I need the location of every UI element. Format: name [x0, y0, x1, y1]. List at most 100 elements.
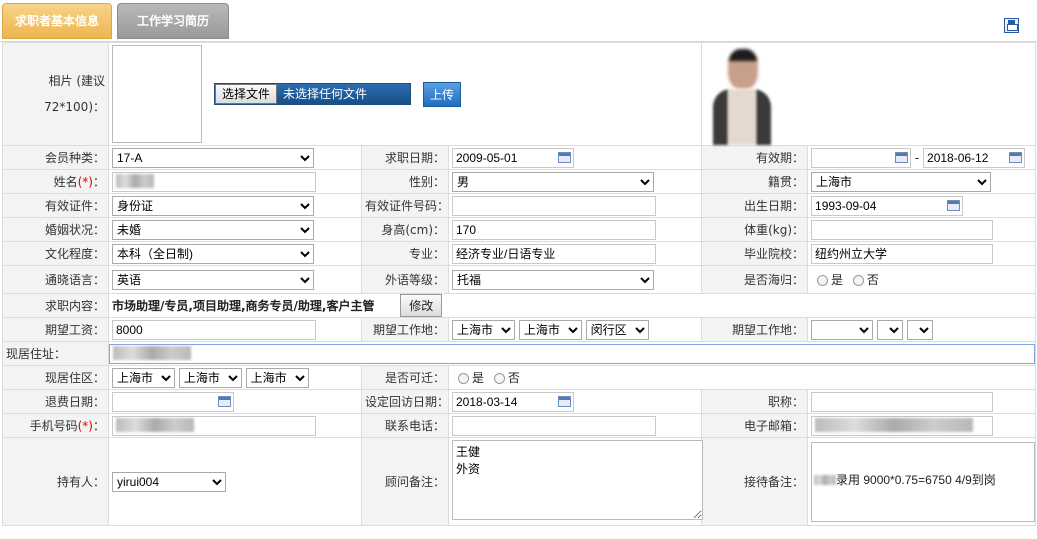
work-place1-city-select[interactable]: 上海市 — [518, 319, 582, 340]
native-place-select[interactable]: 上海市 — [811, 171, 992, 192]
phone-input[interactable] — [452, 415, 656, 436]
form-row: 现居住区： 上海市 上海市 上海市 是否可迁： 是 否 — [2, 365, 1037, 390]
birth-date-field[interactable] — [811, 195, 964, 216]
tab-resume[interactable]: 工作学习简历 — [117, 3, 229, 39]
refund-date-label: 退费日期： — [2, 389, 109, 414]
relocate-yes-radio[interactable] — [458, 373, 469, 384]
refund-date-field[interactable] — [112, 391, 234, 412]
calendar-icon[interactable] — [895, 151, 909, 163]
work-place2-province-select[interactable] — [811, 319, 874, 340]
height-label: 身高(cm)： — [361, 217, 449, 242]
education-select[interactable]: 本科（全日制) — [112, 243, 314, 264]
valid-start-field[interactable] — [811, 147, 912, 168]
form-row: 现居住址： — [2, 341, 1037, 366]
weight-input[interactable] — [811, 219, 994, 240]
form-row: 姓名(*)： 性别： 男 籍贯： 上海市 — [2, 169, 1037, 194]
relocate-radio-group: 是 否 — [447, 365, 1037, 390]
form-row: 通晓语言： 英语 外语等级： 托福 是否海归： 是 否 — [2, 265, 1037, 294]
overseas-no-radio[interactable] — [852, 275, 864, 286]
save-icon[interactable] — [1004, 18, 1019, 33]
form-row: 求职内容： 市场助理/专员,项目助理,商务专员/助理,客户主管 修改 — [2, 293, 1037, 318]
overseas-no-label: 否 — [866, 273, 879, 287]
reception-note-textarea[interactable]: 录用 9000*0.75=6750 4/9到岗 — [811, 441, 1036, 522]
birth-date-label: 出生日期： — [701, 193, 809, 218]
revisit-date-input[interactable] — [452, 391, 574, 412]
top-bar: 求职者基本信息 工作学习简历 — [0, 0, 1037, 42]
job-content-value: 市场助理/专员,项目助理,商务专员/助理,客户主管 — [112, 299, 375, 313]
email-input[interactable] — [811, 415, 994, 436]
consultant-note-textarea[interactable]: 王健 外资 — [452, 440, 703, 520]
salary-label: 期望工资： — [2, 317, 109, 342]
work-place1-province-select[interactable]: 上海市 — [452, 319, 515, 340]
overseas-radio-group: 是 否 — [807, 265, 1037, 294]
valid-period-label: 有效期： — [701, 145, 809, 170]
form-row: 婚姻状况： 未婚 身高(cm)： 体重(kg)： — [2, 217, 1037, 242]
photo-display-cell — [701, 42, 1037, 146]
form-row: 会员种类： 17-A 求职日期： 有效期： - — [2, 145, 1037, 170]
work-place1-district-select[interactable]: 闵行区 — [585, 319, 649, 340]
id-number-input[interactable] — [452, 195, 656, 216]
apply-date-label: 求职日期： — [361, 145, 449, 170]
language-label: 通晓语言： — [2, 265, 109, 294]
calendar-icon[interactable] — [947, 199, 961, 211]
holder-select[interactable]: yirui004 — [112, 471, 226, 492]
calendar-icon[interactable] — [1009, 151, 1023, 163]
email-label: 电子邮箱： — [701, 413, 809, 438]
work-place2-label: 期望工作地： — [701, 317, 809, 342]
id-type-select[interactable]: 身份证 — [112, 195, 314, 216]
refund-date-input[interactable] — [112, 391, 234, 412]
photo-preview-box — [112, 45, 202, 143]
mobile-input[interactable] — [112, 415, 316, 436]
edit-job-content-button[interactable]: 修改 — [400, 294, 443, 317]
residence-city-select[interactable]: 上海市 — [178, 367, 242, 388]
work-place1-label: 期望工作地： — [361, 317, 449, 342]
gender-select[interactable]: 男 — [452, 171, 654, 192]
apply-date-field[interactable] — [452, 147, 574, 168]
revisit-date-field[interactable] — [452, 391, 574, 412]
work-place2-city-select[interactable] — [876, 319, 903, 340]
calendar-icon[interactable] — [218, 395, 231, 407]
job-content-cell: 市场助理/专员,项目助理,商务专员/助理,客户主管 修改 — [107, 293, 1037, 318]
photo-label: 相片 (建议72*100)： — [2, 42, 109, 146]
calendar-icon[interactable] — [558, 395, 571, 407]
relocate-no-radio[interactable] — [493, 373, 505, 384]
choose-file-button[interactable]: 选择文件 — [215, 84, 278, 104]
name-label: 姓名(*)： — [2, 169, 109, 194]
form-row: 持有人： yirui004 顾问备注： 王健 外资 接待备注： 录用 9000*… — [2, 437, 1037, 526]
work-place2-district-select[interactable] — [906, 319, 933, 340]
school-input[interactable] — [811, 243, 994, 264]
member-type-label: 会员种类： — [2, 145, 109, 170]
residence-province-select[interactable]: 上海市 — [112, 367, 175, 388]
education-label: 文化程度： — [2, 241, 109, 266]
file-picker[interactable]: 选择文件 未选择任何文件 — [214, 83, 412, 105]
name-input[interactable] — [112, 171, 316, 192]
language-select[interactable]: 英语 — [112, 269, 314, 290]
overseas-label: 是否海归： — [701, 265, 809, 294]
salary-input[interactable] — [112, 319, 316, 340]
member-type-select[interactable]: 17-A — [112, 147, 314, 168]
gender-label: 性别： — [361, 169, 449, 194]
reception-note-text: 录用 9000*0.75=6750 4/9到岗 — [836, 472, 996, 487]
relocate-yes-label: 是 — [472, 371, 485, 385]
form-row: 文化程度： 本科（全日制) 专业： 毕业院校： — [2, 241, 1037, 266]
marital-label: 婚姻状况： — [2, 217, 109, 242]
profile-photo — [708, 43, 774, 145]
calendar-icon[interactable] — [558, 151, 571, 163]
valid-end-field[interactable] — [923, 147, 1026, 168]
birth-date-input[interactable] — [811, 195, 964, 216]
overseas-yes-radio[interactable] — [817, 275, 829, 286]
job-seeker-form: 相片 (建议72*100)： 选择文件 未选择任何文件 上传 会员种类： 17-A… — [2, 42, 1037, 526]
upload-button[interactable]: 上传 — [423, 81, 462, 107]
reception-note-label: 接待备注： — [701, 437, 809, 526]
major-input[interactable] — [452, 243, 656, 264]
residence-district-select[interactable]: 上海市 — [245, 367, 309, 388]
foreign-level-select[interactable]: 托福 — [452, 269, 654, 290]
consultant-note-label: 顾问备注： — [361, 437, 449, 526]
photo-upload-cell: 选择文件 未选择任何文件 上传 — [107, 42, 703, 146]
height-input[interactable] — [452, 219, 656, 240]
tab-basic-info[interactable]: 求职者基本信息 — [2, 3, 112, 39]
marital-select[interactable]: 未婚 — [112, 219, 314, 240]
apply-date-input[interactable] — [452, 147, 574, 168]
address-input[interactable] — [109, 343, 1036, 364]
title-input[interactable] — [811, 391, 994, 412]
